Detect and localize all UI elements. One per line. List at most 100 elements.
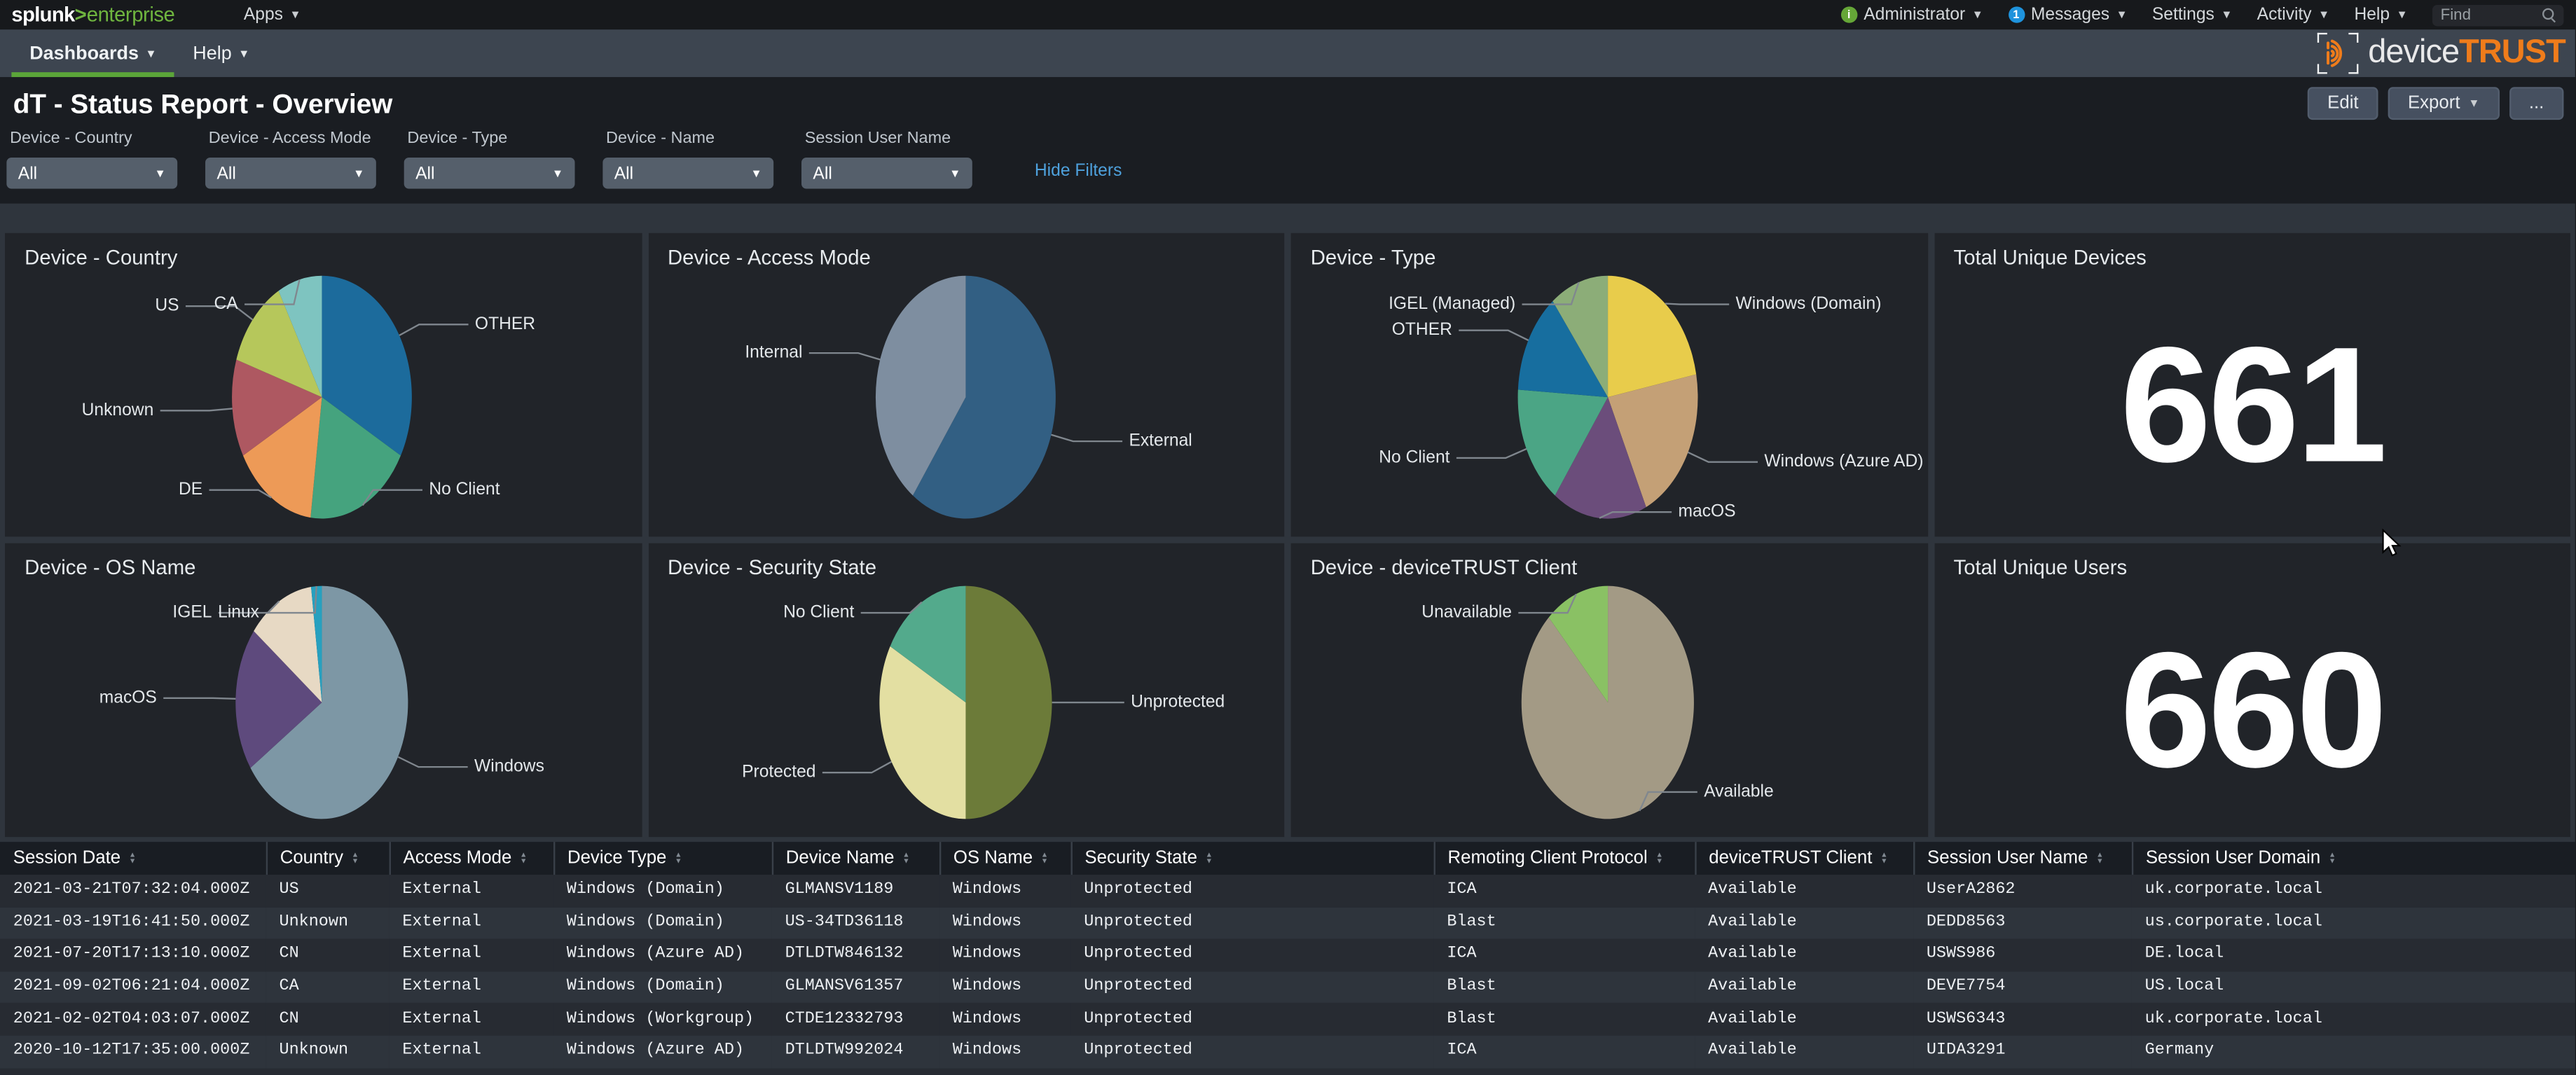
table-cell[interactable]: Windows [939,907,1071,939]
table-cell[interactable]: Available [1695,875,1913,907]
column-header-session-user-domain[interactable]: Session User Domain▲▼ [2132,842,2575,875]
table-cell[interactable]: External [390,939,553,971]
table-cell[interactable]: Unprotected [1070,971,1433,1004]
filter-session-user-name-dropdown[interactable]: All▼ [801,158,972,189]
table-cell[interactable]: GLMANSV1189 [772,875,939,907]
table-cell[interactable]: CN [266,1004,390,1036]
table-cell[interactable]: Windows (Azure AD) [553,1036,772,1068]
hide-filters-link[interactable]: Hide Filters [1035,161,1122,181]
table-cell[interactable]: Unknown [266,1036,390,1068]
table-cell[interactable]: Unknown [266,907,390,939]
table-cell[interactable]: Unprotected [1070,1004,1433,1036]
help-menu[interactable]: Help▼ [2354,5,2407,25]
table-cell[interactable]: GLMANSV61357 [772,971,939,1004]
table-cell[interactable]: External [390,1036,553,1068]
table-cell[interactable]: uk.corporate.local [2132,1004,2575,1036]
tab-dashboards[interactable]: Dashboards▼ [11,29,174,77]
table-cell[interactable]: Windows (Domain) [553,907,772,939]
table-cell[interactable]: Windows (Domain) [553,971,772,1004]
table-cell[interactable]: Available [1695,971,1913,1004]
column-header-device-name[interactable]: Device Name▲▼ [772,842,939,875]
table-cell[interactable]: DTLDTW992024 [772,1036,939,1068]
table-cell[interactable]: Blast [1434,971,1695,1004]
administrator-menu[interactable]: i Administrator▼ [1840,5,1983,25]
column-header-access-mode[interactable]: Access Mode▲▼ [390,842,553,875]
table-cell[interactable]: DEDD8563 [1913,907,2132,939]
find-search-input[interactable]: Find [2432,4,2564,25]
settings-menu[interactable]: Settings▼ [2152,5,2233,25]
table-cell[interactable]: 2021-03-21T07:32:04.000Z [0,875,266,907]
table-cell[interactable]: DE.local [2132,939,2575,971]
column-header-device-type[interactable]: Device Type▲▼ [553,842,772,875]
column-header-os-name[interactable]: OS Name▲▼ [939,842,1071,875]
table-row[interactable]: 2021-02-02T04:03:07.000ZCNExternalWindow… [0,1004,2575,1036]
table-row[interactable]: 2021-09-02T06:21:04.000ZCAExternalWindow… [0,971,2575,1004]
pie-slice-unprotected[interactable] [965,586,1051,819]
edit-button[interactable]: Edit [2308,87,2378,120]
table-cell[interactable]: USWS6343 [1913,1004,2132,1036]
table-cell[interactable]: Unprotected [1070,907,1433,939]
table-cell[interactable]: Windows [939,971,1071,1004]
tab-help[interactable]: Help▼ [174,29,268,77]
table-row[interactable]: 2020-10-12T17:35:00.000ZUnknownExternalW… [0,1036,2575,1068]
column-header-devicetrust-client[interactable]: deviceTRUST Client▲▼ [1695,842,1913,875]
filter-device-name-dropdown[interactable]: All▼ [602,158,773,189]
export-button[interactable]: Export▼ [2388,87,2500,120]
table-cell[interactable]: CTDE12332793 [772,1004,939,1036]
table-cell[interactable]: Available [1695,1004,1913,1036]
table-cell[interactable]: us.corporate.local [2132,907,2575,939]
table-cell[interactable]: 2021-09-02T06:21:04.000Z [0,971,266,1004]
table-cell[interactable]: CA [266,971,390,1004]
table-cell[interactable]: External [390,875,553,907]
table-cell[interactable]: 2021-02-02T04:03:07.000Z [0,1004,266,1036]
table-cell[interactable]: Windows [939,875,1071,907]
column-header-security-state[interactable]: Security State▲▼ [1070,842,1433,875]
table-cell[interactable]: ICA [1434,939,1695,971]
table-cell[interactable]: UIDA3291 [1913,1036,2132,1068]
messages-menu[interactable]: 1 Messages▼ [2008,5,2128,25]
table-cell[interactable]: Windows (Azure AD) [553,939,772,971]
activity-menu[interactable]: Activity▼ [2257,5,2330,25]
table-row[interactable]: 2021-03-21T07:32:04.000ZUSExternalWindow… [0,875,2575,907]
table-cell[interactable]: Available [1695,907,1913,939]
table-cell[interactable]: US-34TD36118 [772,907,939,939]
apps-menu[interactable]: Apps▼ [244,5,301,25]
table-cell[interactable]: UserA2862 [1913,875,2132,907]
table-cell[interactable]: ICA [1434,875,1695,907]
table-cell[interactable]: Blast [1434,907,1695,939]
table-cell[interactable]: Windows [939,1036,1071,1068]
table-cell[interactable]: 2020-10-12T17:35:00.000Z [0,1036,266,1068]
splunk-logo[interactable]: splunk>enterprise [11,4,174,27]
table-cell[interactable]: DEVE7754 [1913,971,2132,1004]
table-cell[interactable]: Windows (Domain) [553,875,772,907]
table-cell[interactable]: External [390,1004,553,1036]
table-cell[interactable]: US.local [2132,971,2575,1004]
table-cell[interactable]: 2021-07-20T17:13:10.000Z [0,939,266,971]
table-cell[interactable]: 2021-03-19T16:41:50.000Z [0,907,266,939]
table-cell[interactable]: Available [1695,1036,1913,1068]
table-cell[interactable]: USWS986 [1913,939,2132,971]
table-cell[interactable]: CN [266,939,390,971]
table-cell[interactable]: Unprotected [1070,939,1433,971]
table-cell[interactable]: Unprotected [1070,1036,1433,1068]
table-cell[interactable]: External [390,907,553,939]
table-cell[interactable]: Windows [939,1004,1071,1036]
column-header-session-date[interactable]: Session Date▲▼ [0,842,266,875]
table-cell[interactable]: Blast [1434,1004,1695,1036]
more-actions-button[interactable]: ... [2509,87,2564,120]
table-cell[interactable]: DTLDTW846132 [772,939,939,971]
table-cell[interactable]: Windows [939,939,1071,971]
table-cell[interactable]: Available [1695,939,1913,971]
table-cell[interactable]: Unprotected [1070,875,1433,907]
table-cell[interactable]: Germany [2132,1036,2575,1068]
filter-device-type-dropdown[interactable]: All▼ [404,158,575,189]
column-header-country[interactable]: Country▲▼ [266,842,390,875]
filter-device-country-dropdown[interactable]: All▼ [6,158,177,189]
table-row[interactable]: 2021-07-20T17:13:10.000ZCNExternalWindow… [0,939,2575,971]
table-cell[interactable]: uk.corporate.local [2132,875,2575,907]
table-row[interactable]: 2021-03-19T16:41:50.000ZUnknownExternalW… [0,907,2575,939]
column-header-remoting-client-protocol[interactable]: Remoting Client Protocol▲▼ [1434,842,1695,875]
table-cell[interactable]: ICA [1434,1036,1695,1068]
table-cell[interactable]: US [266,875,390,907]
table-cell[interactable]: Windows (Workgroup) [553,1004,772,1036]
